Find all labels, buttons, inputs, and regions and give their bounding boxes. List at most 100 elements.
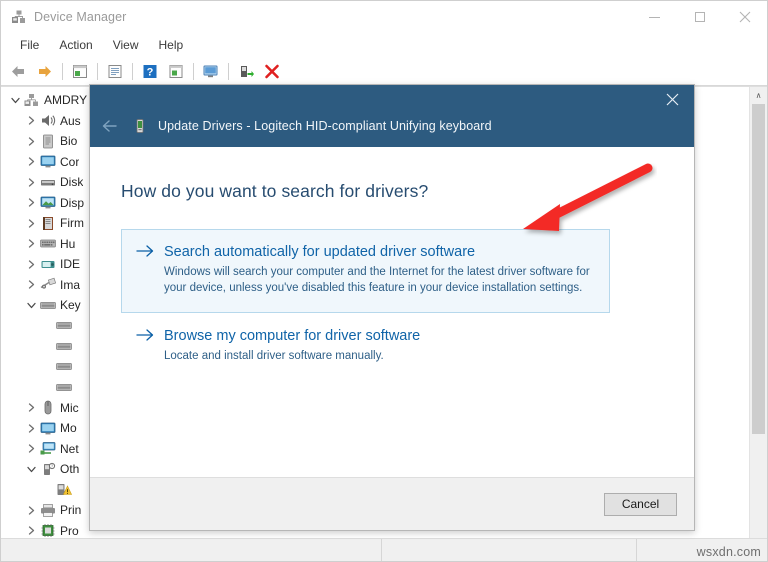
toolbar-separator: [132, 63, 133, 80]
biometric-icon: [39, 133, 56, 149]
option-description: Windows will search your computer and th…: [164, 266, 590, 295]
hid-icon: [39, 236, 56, 252]
monitor-icon: [39, 420, 56, 436]
svg-text:?: ?: [146, 67, 153, 79]
option-description: Locate and install driver software manua…: [164, 349, 384, 362]
disk-drive-icon: [39, 174, 56, 190]
tree-item-label: Mo: [60, 421, 77, 436]
tree-item-label: Pro: [60, 523, 79, 538]
chevron-down-icon[interactable]: [7, 96, 23, 105]
tree-item-label: Hu: [60, 236, 76, 251]
toolbar-separator: [228, 63, 229, 80]
tree-item-label: Oth: [60, 462, 80, 477]
maximize-button[interactable]: [677, 1, 722, 33]
screenshot-root: Device Manager File Action View Help ? A…: [0, 0, 768, 562]
scroll-up-arrow-icon[interactable]: ∧: [750, 87, 767, 104]
tree-item-label: Disk: [60, 175, 84, 190]
keyboard-icon: [55, 338, 72, 354]
menu-item-view[interactable]: View: [104, 36, 148, 55]
chevron-down-icon[interactable]: [23, 301, 39, 310]
uninstall-device-icon[interactable]: [259, 60, 284, 83]
tree-item-label: IDE: [60, 257, 81, 272]
chevron-right-icon[interactable]: [23, 219, 39, 228]
toolbar-separator: [62, 63, 63, 80]
close-button[interactable]: [722, 1, 767, 33]
option-search-automatically[interactable]: Search automatically for updated driver …: [121, 229, 610, 313]
chevron-right-icon[interactable]: [23, 260, 39, 269]
menu-item-file[interactable]: File: [11, 36, 48, 55]
window-titlebar: Device Manager: [1, 1, 767, 33]
computer-icon: [23, 92, 40, 108]
toolbar-separator: [193, 63, 194, 80]
arrow-right-icon: [136, 327, 164, 347]
computer-monitor-icon: [39, 154, 56, 170]
tree-item-label: Cor: [60, 154, 80, 169]
option-title[interactable]: Browse my computer for driver software: [164, 327, 595, 345]
chevron-right-icon[interactable]: [23, 506, 39, 515]
chevron-right-icon[interactable]: [23, 178, 39, 187]
toolbar: ?: [1, 58, 767, 86]
device-manager-icon: [11, 9, 27, 25]
chevron-right-icon[interactable]: [23, 157, 39, 166]
window-controls: [632, 1, 767, 33]
processor-icon: [39, 523, 56, 538]
chevron-right-icon[interactable]: [23, 280, 39, 289]
dialog-header-row: Update Drivers - Logitech HID-compliant …: [90, 114, 492, 147]
arrow-right-icon: [136, 243, 164, 263]
tree-item-label: Bio: [60, 134, 78, 149]
dialog-heading: How do you want to search for drivers?: [121, 181, 429, 201]
cancel-button[interactable]: Cancel: [604, 492, 677, 516]
menu-item-action[interactable]: Action: [50, 36, 101, 55]
chevron-right-icon[interactable]: [23, 424, 39, 433]
dialog-titlebar: Update Drivers - Logitech HID-compliant …: [90, 85, 694, 147]
update-driver-icon[interactable]: [198, 60, 223, 83]
watermark: wsxdn.com: [696, 545, 761, 559]
status-bar-pane-2: [382, 539, 637, 561]
tree-vertical-scrollbar[interactable]: ∧: [749, 87, 767, 538]
chevron-right-icon[interactable]: [23, 444, 39, 453]
mouse-icon: [39, 400, 56, 416]
chevron-down-icon[interactable]: [23, 465, 39, 474]
back-arrow-icon[interactable]: [97, 114, 125, 138]
option-title[interactable]: Search automatically for updated driver …: [164, 243, 595, 261]
forward-arrow-icon[interactable]: [32, 60, 57, 83]
chevron-right-icon[interactable]: [23, 137, 39, 146]
help-icon[interactable]: ?: [137, 60, 162, 83]
update-drivers-dialog: Update Drivers - Logitech HID-compliant …: [89, 84, 695, 531]
display-adapter-icon: [39, 195, 56, 211]
tree-item-label: Key: [60, 298, 81, 313]
view-details-icon[interactable]: [102, 60, 127, 83]
keyboard-device-icon: [131, 117, 149, 135]
scrollbar-thumb[interactable]: [752, 104, 765, 434]
option-body: Browse my computer for driver software L…: [164, 327, 595, 364]
tree-item-label: Aus: [60, 113, 81, 128]
scan-hardware-icon[interactable]: [163, 60, 188, 83]
network-adapter-icon: [39, 441, 56, 457]
properties-icon[interactable]: [67, 60, 92, 83]
tree-item-label: Net: [60, 441, 79, 456]
menu-item-help[interactable]: Help: [150, 36, 193, 55]
minimize-button[interactable]: [632, 1, 677, 33]
dialog-title: Update Drivers - Logitech HID-compliant …: [158, 119, 492, 133]
tree-item-label: Firm: [60, 216, 84, 231]
chevron-right-icon[interactable]: [23, 526, 39, 535]
chevron-right-icon[interactable]: [23, 239, 39, 248]
firmware-icon: [39, 215, 56, 231]
enable-device-icon[interactable]: [233, 60, 258, 83]
chevron-right-icon[interactable]: [23, 403, 39, 412]
audio-icon: [39, 113, 56, 129]
ide-controller-icon: [39, 256, 56, 272]
keyboard-icon: [55, 359, 72, 375]
option-browse-my-computer[interactable]: Browse my computer for driver software L…: [121, 313, 610, 380]
toolbar-separator: [97, 63, 98, 80]
chevron-right-icon[interactable]: [23, 116, 39, 125]
unknown-device-warning-icon: [55, 482, 72, 498]
window-title: Device Manager: [34, 10, 127, 24]
chevron-right-icon[interactable]: [23, 198, 39, 207]
status-bar-main: [1, 539, 382, 561]
back-arrow-icon[interactable]: [6, 60, 31, 83]
tree-item-label: Disp: [60, 195, 85, 210]
keyboard-icon: [55, 318, 72, 334]
menu-bar: File Action View Help: [1, 33, 767, 58]
dialog-close-button[interactable]: [650, 85, 694, 113]
